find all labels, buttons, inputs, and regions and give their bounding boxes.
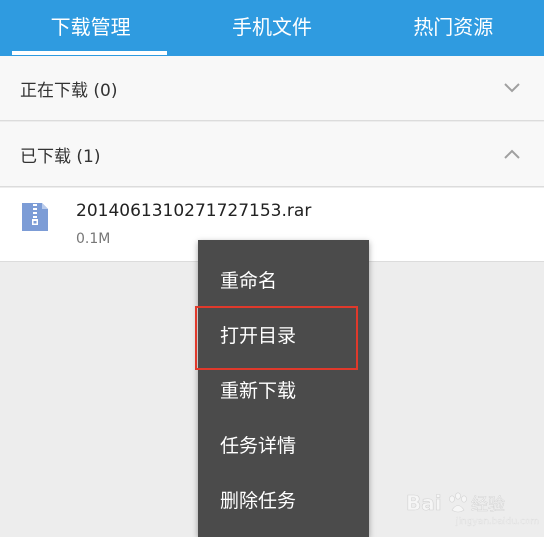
highlight-annotation-box bbox=[195, 306, 358, 370]
tab-label: 下载管理 bbox=[50, 14, 131, 39]
chevron-down-icon bbox=[504, 83, 520, 93]
tab-hot-resources[interactable]: 热门资源 bbox=[363, 0, 544, 56]
section-downloaded-header[interactable]: 已下载 (1) bbox=[0, 122, 544, 187]
svg-text:经验: 经验 bbox=[471, 495, 505, 515]
section-title: 已下载 (1) bbox=[20, 146, 101, 167]
menu-item-label: 删除任务 bbox=[220, 490, 297, 512]
tab-label: 手机文件 bbox=[231, 14, 312, 39]
menu-item-redownload[interactable]: 重新下载 bbox=[198, 362, 369, 417]
section-title: 正在下载 (0) bbox=[20, 80, 118, 101]
chevron-up-icon bbox=[504, 149, 520, 159]
download-manager-screen: 下载管理 手机文件 热门资源 正在下载 (0) 已下载 (1) 20140613… bbox=[0, 0, 544, 537]
tab-label: 热门资源 bbox=[413, 14, 494, 39]
menu-item-delete-task[interactable]: 删除任务 bbox=[198, 472, 369, 527]
context-menu: 重命名 打开目录 重新下载 任务详情 删除任务 bbox=[198, 240, 369, 537]
menu-item-label: 任务详情 bbox=[220, 435, 297, 457]
tab-phone-files[interactable]: 手机文件 bbox=[181, 0, 362, 56]
menu-item-task-details[interactable]: 任务详情 bbox=[198, 417, 369, 472]
svg-text:Bai: Bai bbox=[406, 491, 442, 515]
menu-item-rename[interactable]: 重命名 bbox=[198, 252, 369, 307]
file-name: 2014061310271727153.rar bbox=[76, 201, 312, 221]
svg-text:jingyan.baidu.com: jingyan.baidu.com bbox=[455, 517, 539, 527]
active-tab-indicator bbox=[12, 51, 168, 55]
archive-file-icon bbox=[22, 203, 48, 231]
section-downloading-header[interactable]: 正在下载 (0) bbox=[0, 56, 544, 121]
tab-download-manager[interactable]: 下载管理 bbox=[0, 0, 181, 56]
baidu-jingyan-watermark-logo: Bai 经验 jingyan.baidu.com bbox=[406, 491, 540, 527]
top-tab-bar: 下载管理 手机文件 热门资源 bbox=[0, 0, 544, 56]
file-size: 0.1M bbox=[76, 231, 111, 247]
menu-item-label: 重新下载 bbox=[220, 380, 297, 402]
menu-item-label: 重命名 bbox=[220, 270, 278, 292]
